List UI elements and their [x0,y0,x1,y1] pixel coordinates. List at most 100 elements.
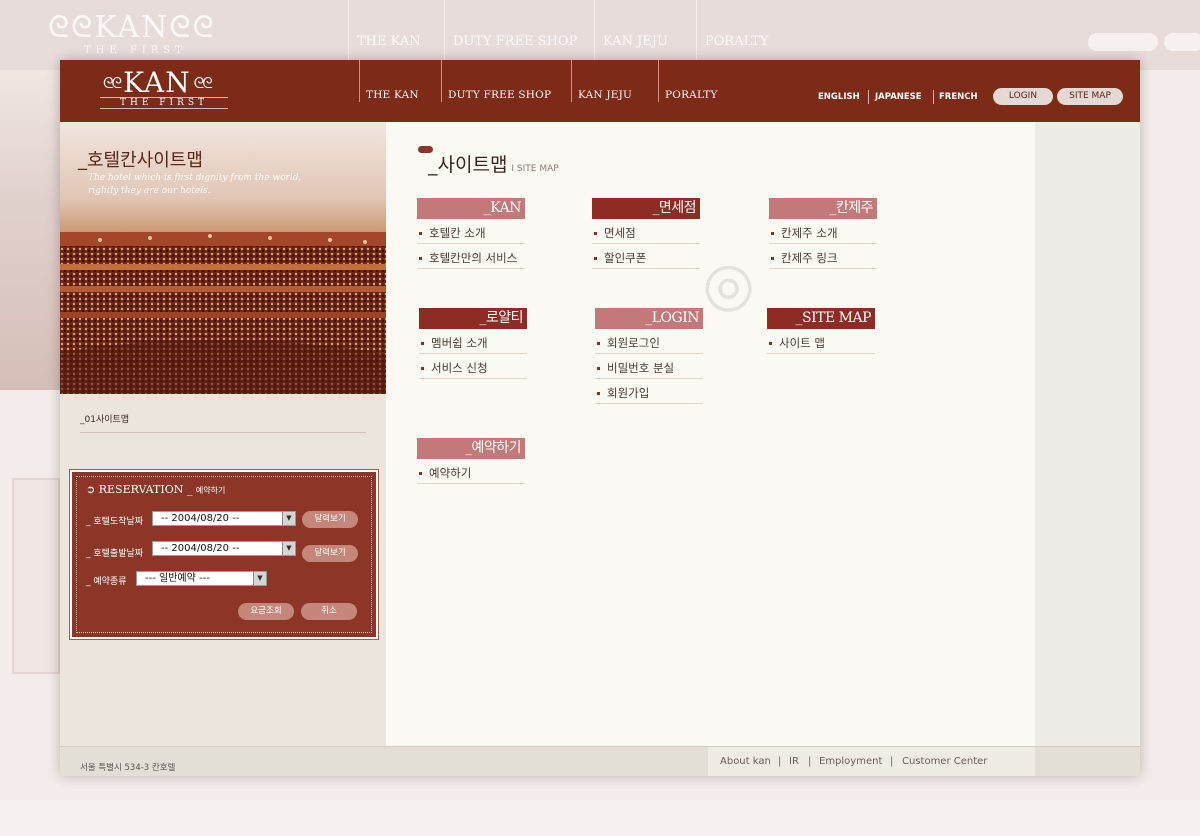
background-nav-label: PORALTY [705,34,769,49]
background-sitemap-pill [1164,33,1200,51]
language-divider [868,90,869,104]
sitemap-group-login-label[interactable]: _LOGIN [595,308,703,329]
sitemap-group-reserve-label[interactable]: _예약하기 [417,438,525,459]
nav-item-duty-free-shop[interactable]: DUTY FREE SHOP [441,60,571,102]
reservation-panel: ➲ RESERVATION _ 예약하기 _ 호텔도착날짜 -- 2004/08… [69,469,379,640]
dropdown-arrow-icon: ▼ [253,572,266,585]
sitemap-link[interactable]: 멤버쉽 소개 [419,329,527,354]
sitemap-link[interactable]: 호텔칸만의 서비스 [417,244,525,269]
nav-label: DUTY FREE SHOP [448,89,552,101]
header-bar: ᘓᘓ KAN ᘓᘓ THE FIRST THE KAN DUTY FREE SH… [60,60,1140,122]
right-margin [1035,122,1140,746]
background-login-pill [1088,33,1158,51]
sitemap-link[interactable]: 할인쿠폰 [592,244,700,269]
sitemap-link[interactable]: 사이트 맵 [767,329,875,354]
reservation-type-select[interactable]: --- 일반예약 --- ▼ [136,571,267,586]
page-title-english: I SITE MAP [511,164,559,174]
reservation-heading: ➲ RESERVATION _ 예약하기 [86,483,225,496]
nav-item-kan-jeju[interactable]: KAN JEJU [571,60,658,102]
footer-link-about[interactable]: About kan [720,756,771,767]
footer-link-customer-center[interactable]: Customer Center [902,756,987,767]
hero-image: _호텔칸사이트맵 The hotel which is first dignit… [60,122,386,394]
footer-address: 서울 특별시 534-3 칸호텔 [80,763,176,773]
sitemap-group-royalty: _로얄티 멤버쉽 소개 서비스 신청 [419,308,527,379]
dropdown-arrow-icon: ▼ [282,512,295,525]
nav-item-the-kan[interactable]: THE KAN [359,60,441,102]
sitemap-link[interactable]: 서비스 신청 [419,354,527,379]
background-logo-tagline: THE FIRST [84,45,187,56]
background-nav-label: DUTY FREE SHOP [453,34,578,49]
sitemap-group-jeju-label[interactable]: _칸제주 [769,198,877,219]
checkout-calendar-button[interactable]: 달력보기 [302,545,358,562]
sitemap-group-dutyfree-label[interactable]: _면세점 [592,198,700,219]
title-marker-icon [418,146,433,153]
sitemap-link[interactable]: 비밀번호 분실 [595,354,703,379]
background-nav-label: KAN JEJU [603,34,668,49]
sitemap-group-jeju: _칸제주 칸제주 소개 칸제주 링크 [769,198,877,269]
language-japanese[interactable]: JAPANESE [875,92,922,102]
cancel-button[interactable]: 취소 [301,603,357,620]
breadcrumb-divider [80,432,366,433]
sitemap-link[interactable]: 예약하기 [417,459,525,484]
footer: 서울 특별시 534-3 칸호텔 About kan | IR | Employ… [60,746,1140,776]
checkout-date-value: -- 2004/08/20 -- [161,543,240,554]
logo[interactable]: ᘓᘓ KAN ᘓᘓ THE FIRST [100,66,228,109]
background-logo: ᘓᘓKANᘓᘓ THE FIRST [48,10,216,56]
sitemap-group-dutyfree: _면세점 면세점 할인쿠폰 [592,198,700,269]
footer-link-ir[interactable]: IR [789,756,799,767]
sitemap-link[interactable]: 회원가입 [595,379,703,404]
main-content: _사이트맵 I SITE MAP _KAN 호텔칸 소개 호텔칸만의 서비스 _… [386,122,1035,746]
background-logo-ornament: ᘓᘓ [48,10,95,45]
reservation-heading-sub: 예약하기 [195,486,226,495]
language-french[interactable]: FRENCH [939,92,978,102]
sitemap-group-reserve: _예약하기 예약하기 [417,438,525,484]
breadcrumb: _01사이트맵 [80,415,130,425]
background-hero-edge [0,70,60,390]
sitemap-link[interactable]: 칸제주 소개 [769,219,877,244]
checkin-date-select[interactable]: -- 2004/08/20 -- ▼ [152,511,296,526]
sitemap-link[interactable]: 호텔칸 소개 [417,219,525,244]
page-title-korean: _사이트맵 [428,154,508,176]
background-logo-text: KAN [94,10,170,45]
sitemap-button[interactable]: SITE MAP [1057,88,1123,105]
checkin-date-value: -- 2004/08/20 -- [161,513,240,524]
nav-label: PORALTY [665,89,718,101]
sitemap-group-sitemap: _SITE MAP 사이트 맵 [767,308,875,354]
hero-description: The hotel which is first dignity from th… [88,173,302,196]
footer-links: About kan | IR | Employment | Customer C… [708,747,1035,776]
reservation-type-label: _ 예약종류 [86,577,127,587]
language-divider [933,90,934,104]
background-nav-label: THE KAN [357,34,421,49]
checkin-calendar-button[interactable]: 달력보기 [302,511,358,528]
sitemap-link[interactable]: 칸제주 링크 [769,244,877,269]
page-title: _사이트맵 I SITE MAP [418,146,559,177]
footer-link-employment[interactable]: Employment [819,756,882,767]
checkout-label: _ 호텔출발날짜 [86,549,144,559]
sitemap-group-kan: _KAN 호텔칸 소개 호텔칸만의 서비스 [417,198,525,269]
footer-separator: | [890,756,894,767]
nav-label: KAN JEJU [578,89,633,101]
dropdown-arrow-icon: ▼ [282,542,295,555]
checkin-label: _ 호텔도착날짜 [86,517,144,527]
background-logo-ornament-right: ᘓᘓ [169,10,216,45]
reservation-heading-text: RESERVATION _ [98,483,193,496]
language-english[interactable]: ENGLISH [818,92,860,102]
login-button[interactable]: LOGIN [993,88,1053,105]
footer-separator: | [778,756,782,767]
site-window: ᘓᘓ KAN ᘓᘓ THE FIRST THE KAN DUTY FREE SH… [60,60,1140,776]
background-reservation-edge [12,478,60,674]
nav-item-poralty[interactable]: PORALTY [658,60,748,102]
sitemap-group-login: _LOGIN 회원로그인 비밀번호 분실 회원가입 [595,308,703,404]
hero-title: _호텔칸사이트맵 [78,150,203,171]
checkout-date-select[interactable]: -- 2004/08/20 -- ▼ [152,541,296,556]
logo-ornament-right: ᘓᘓ [193,73,213,92]
logo-ornament-left: ᘓᘓ [103,73,122,92]
arrow-circle-icon: ➲ [86,483,96,496]
sitemap-group-royalty-label[interactable]: _로얄티 [419,308,527,329]
sitemap-group-kan-label[interactable]: _KAN [417,198,525,219]
sitemap-link[interactable]: 면세점 [592,219,700,244]
sitemap-link[interactable]: 회원로그인 [595,329,703,354]
rate-inquiry-button[interactable]: 요금조회 [238,603,294,620]
logo-text: KAN [123,66,191,99]
sitemap-group-sitemap-label[interactable]: _SITE MAP [767,308,875,329]
